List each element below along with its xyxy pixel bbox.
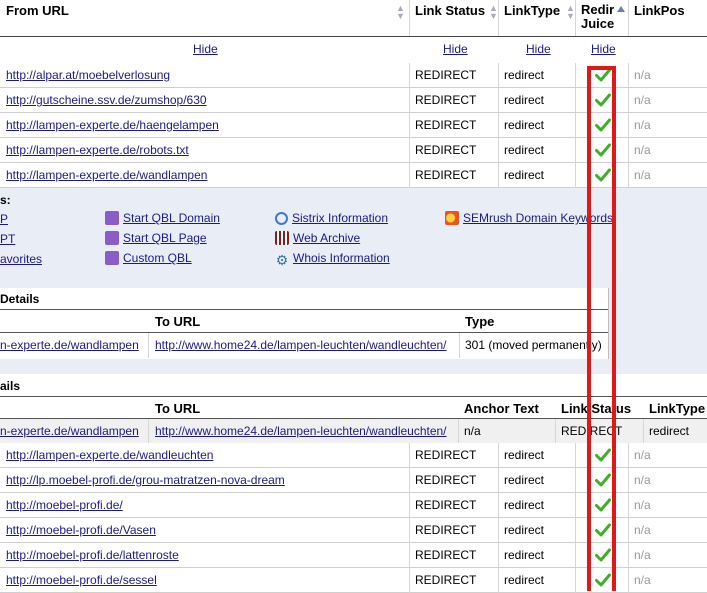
tool-link-pt[interactable]: PT xyxy=(0,232,15,246)
link-anchor-text: n/a xyxy=(464,424,481,438)
link-pos-cell: n/a xyxy=(634,68,651,82)
from-url-link[interactable]: http://lampen-experte.de/wandlampen xyxy=(6,168,207,182)
redirect-type: 301 (moved permanently) xyxy=(465,338,602,352)
link-status-cell: REDIRECT xyxy=(415,523,477,537)
start-qbl-domain-link[interactable]: Start QBL Domain xyxy=(105,211,220,225)
redirect-from-url[interactable]: n-experte.de/wandlampen xyxy=(0,338,139,352)
start-qbl-page-link[interactable]: Start QBL Page xyxy=(105,231,207,245)
link-from-url[interactable]: n-experte.de/wandlampen xyxy=(0,424,139,438)
link-pos-cell: n/a xyxy=(634,523,651,537)
col-header-type: Type xyxy=(465,314,495,329)
custom-qbl-link[interactable]: Custom QBL xyxy=(105,251,192,265)
col-header-link-type[interactable]: LinkType xyxy=(504,3,560,18)
link-pos-cell: n/a xyxy=(634,448,651,462)
hide-link-type-link[interactable]: Hide xyxy=(526,42,551,56)
gear-icon: ⚙ xyxy=(275,252,289,268)
link-details-title: ails xyxy=(0,379,21,393)
link-type-cell: redirect xyxy=(504,573,545,587)
sistrix-information-link[interactable]: Sistrix Information xyxy=(275,211,388,225)
col-header-link-status[interactable]: Link Status xyxy=(415,3,485,18)
link-type-cell: redirect xyxy=(504,473,545,487)
hide-row: Hide Hide Hide Hide xyxy=(0,37,707,64)
link-type-cell: redirect xyxy=(504,93,545,107)
qbl-icon xyxy=(105,231,119,245)
link-status-cell: REDIRECT xyxy=(415,498,477,512)
link-pos-cell: n/a xyxy=(634,143,651,157)
semrush-icon xyxy=(445,211,459,225)
sort-updown-icon[interactable]: ▲ ▼ xyxy=(566,4,575,21)
link-type-cell: redirect xyxy=(504,168,545,182)
archive-icon xyxy=(275,231,289,245)
sort-updown-icon[interactable]: ▲ ▼ xyxy=(396,4,405,21)
highlight-box xyxy=(587,66,616,591)
redir-label: Redir xyxy=(581,2,615,17)
qbl-icon xyxy=(105,251,119,265)
main-table-header: From URL ▲ ▼ Link Status ▲ ▼ LinkType ▲ ▼ R… xyxy=(0,0,707,36)
link-pos-cell: n/a xyxy=(634,473,651,487)
link-status-cell: REDIRECT xyxy=(415,473,477,487)
col-header-link-pos[interactable]: LinkPos xyxy=(634,3,685,18)
link-status-cell: REDIRECT xyxy=(415,548,477,562)
sort-updown-icon[interactable]: ▲ ▼ xyxy=(489,4,498,21)
link-status-cell: REDIRECT xyxy=(415,573,477,587)
sort-asc-icon xyxy=(617,6,626,12)
link-pos-cell: n/a xyxy=(634,548,651,562)
link-status-cell: REDIRECT xyxy=(415,448,477,462)
link-status-cell: REDIRECT xyxy=(415,168,477,182)
link-type-cell: redirect xyxy=(504,523,545,537)
whois-information-link[interactable]: ⚙ Whois Information xyxy=(275,251,390,267)
link-type-cell: redirect xyxy=(504,498,545,512)
tool-link-favorites[interactable]: avorites xyxy=(0,252,42,266)
link-type-cell: redirect xyxy=(504,448,545,462)
link-status-cell: REDIRECT xyxy=(415,93,477,107)
magnifier-icon xyxy=(275,212,288,225)
from-url-link[interactable]: http://moebel-profi.de/sessel xyxy=(6,573,157,587)
from-url-link[interactable]: http://alpar.at/moebelverlosung xyxy=(6,68,170,82)
juice-label: Juice xyxy=(581,16,615,31)
link-status-cell: REDIRECT xyxy=(415,118,477,132)
hide-from-url-link[interactable]: Hide xyxy=(193,42,218,56)
from-url-link[interactable]: http://gutscheine.ssv.de/zumshop/630 xyxy=(6,93,207,107)
from-url-link[interactable]: http://moebel-profi.de/ xyxy=(6,498,123,512)
from-url-link[interactable]: http://moebel-profi.de/Vasen xyxy=(6,523,156,537)
tools-panel-heading: s: xyxy=(0,193,11,207)
link-type: redirect xyxy=(649,424,690,438)
link-status-cell: REDIRECT xyxy=(415,143,477,157)
tool-link-p[interactable]: P xyxy=(0,212,8,226)
link-type-cell: redirect xyxy=(504,548,545,562)
web-archive-link[interactable]: Web Archive xyxy=(275,231,360,245)
from-url-link[interactable]: http://lp.moebel-profi.de/grou-matratzen… xyxy=(6,473,285,487)
from-url-link[interactable]: http://lampen-experte.de/haengelampen xyxy=(6,118,219,132)
link-pos-cell: n/a xyxy=(634,118,651,132)
link-pos-cell: n/a xyxy=(634,498,651,512)
link-pos-cell: n/a xyxy=(634,168,651,182)
link-pos-cell: n/a xyxy=(634,93,651,107)
redirect-details-title: Details xyxy=(0,292,40,306)
hide-link-status-link[interactable]: Hide xyxy=(443,42,468,56)
hide-redir-juice-link[interactable]: Hide xyxy=(591,42,616,56)
qbl-icon xyxy=(105,211,119,225)
link-status-cell: REDIRECT xyxy=(415,68,477,82)
col-header-redir-juice[interactable]: Redir Juice xyxy=(581,2,626,31)
link-type-cell: redirect xyxy=(504,118,545,132)
link-to-url[interactable]: http://www.home24.de/lampen-leuchten/wan… xyxy=(155,424,447,438)
link-type-cell: redirect xyxy=(504,143,545,157)
link-type-cell: redirect xyxy=(504,68,545,82)
link-pos-cell: n/a xyxy=(634,573,651,587)
col-header-from-url[interactable]: From URL xyxy=(6,3,69,18)
from-url-link[interactable]: http://moebel-profi.de/lattenroste xyxy=(6,548,179,562)
col-header-to-url: To URL xyxy=(155,314,201,329)
from-url-link[interactable]: http://lampen-experte.de/wandleuchten xyxy=(6,448,213,462)
redirect-to-url[interactable]: http://www.home24.de/lampen-leuchten/wan… xyxy=(155,338,447,352)
from-url-link[interactable]: http://lampen-experte.de/robots.txt xyxy=(6,143,189,157)
col-header-to-url: To URL xyxy=(155,401,201,416)
col-header-anchor-text: Anchor Text xyxy=(464,401,539,416)
col-header-link-type: LinkType xyxy=(649,401,706,416)
